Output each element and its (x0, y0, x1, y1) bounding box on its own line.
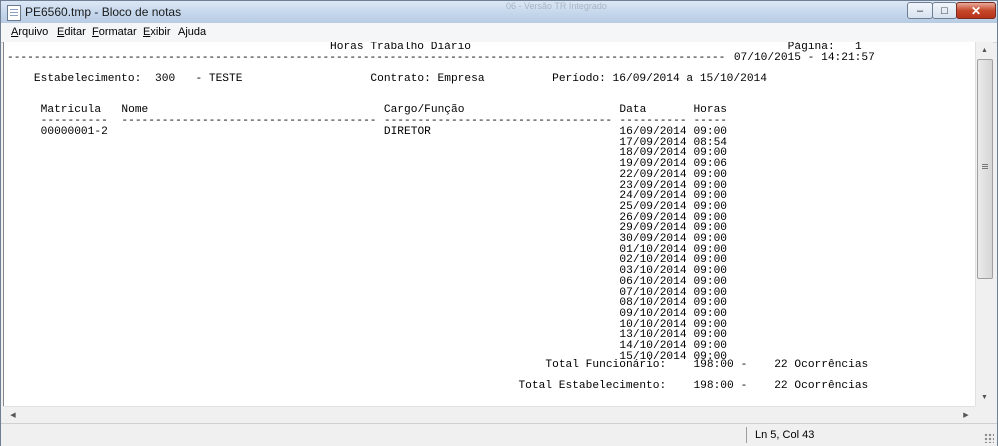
employee-matricula: 00000001-2 (40, 126, 108, 138)
resize-grip-icon[interactable] (984, 433, 994, 443)
scroll-corner (975, 406, 992, 423)
maximize-button[interactable]: □ (932, 2, 957, 19)
menu-exibir-label: xibir (150, 26, 171, 38)
cursor-position: Ln 5, Col 43 (755, 429, 815, 441)
menu-ajuda[interactable]: Ajuda (178, 26, 206, 38)
status-bar: Ln 5, Col 43 (1, 423, 997, 446)
total-employee-count: 22 (774, 359, 788, 371)
menu-editar[interactable]: Editar (57, 26, 86, 38)
scroll-up-arrow-icon[interactable]: ▲ (976, 42, 993, 59)
contract-info: Contrato: Empresa (370, 73, 485, 85)
total-establishment-count-label: Ocorrências (794, 380, 869, 392)
total-establishment-count: 22 (774, 380, 788, 392)
title-bar[interactable]: PE6560.tmp - Bloco de notas 06 - Versão … (1, 1, 997, 24)
menu-bar: Arquivo Editar Formatar Exibir Ajuda (1, 23, 997, 43)
menu-arquivo[interactable]: Arquivo (11, 26, 48, 38)
establishment-code: 300 (155, 73, 176, 85)
notepad-app-icon[interactable] (7, 5, 21, 21)
minimize-button[interactable]: – (907, 2, 933, 19)
header-rule: ----------------------------------------… (7, 52, 726, 64)
close-button[interactable]: ✕ (956, 2, 996, 19)
text-editor-area[interactable]: Horas Trabalho Diário Página: 1 -----------… (3, 42, 976, 406)
period-info: Período: 16/09/2014 a 15/10/2014 (552, 73, 767, 85)
menu-arquivo-label: rquivo (18, 26, 49, 38)
menu-formatar[interactable]: Formatar (92, 26, 137, 38)
menu-ajuda-label: uda (187, 26, 207, 38)
scroll-down-arrow-icon[interactable]: ▼ (976, 389, 993, 406)
window-title: PE6560.tmp - Bloco de notas (25, 5, 182, 19)
notepad-window: PE6560.tmp - Bloco de notas 06 - Versão … (0, 0, 998, 446)
vertical-scroll-thumb[interactable] (977, 59, 993, 279)
menu-editar-label: ditar (64, 26, 86, 38)
establishment-label: Estabelecimento: (33, 73, 142, 85)
total-establishment-sep: - (740, 380, 748, 392)
scroll-left-arrow-icon[interactable]: ◀ (5, 407, 21, 423)
background-window-ghost: 06 - Versão TR Integrado (506, 1, 607, 11)
total-establishment-label: Total Estabelecimento: (518, 380, 667, 392)
menu-formatar-accel: F (92, 26, 99, 38)
total-employee-count-label: Ocorrências (794, 359, 869, 371)
horizontal-scrollbar[interactable]: ◀ ▶ (3, 406, 975, 423)
menu-formatar-label: ormatar (98, 26, 137, 38)
scroll-right-arrow-icon[interactable]: ▶ (958, 407, 974, 423)
status-divider (746, 427, 747, 443)
vertical-scrollbar[interactable]: ▲ ▼ (975, 42, 993, 406)
total-employee-sep: - (740, 359, 748, 371)
rule-nome: -------------------------------------- (121, 115, 377, 127)
generated-datetime: 07/10/2015 - 14:21:57 (733, 52, 875, 64)
total-employee-label: Total Funcionário: (545, 359, 667, 371)
total-employee-hours: 198:00 (693, 359, 734, 371)
total-establishment-hours: 198:00 (693, 380, 734, 392)
employee-cargo: DIRETOR (383, 126, 431, 138)
establishment-name: - TESTE (195, 73, 243, 85)
menu-exibir[interactable]: Exibir (143, 26, 171, 38)
